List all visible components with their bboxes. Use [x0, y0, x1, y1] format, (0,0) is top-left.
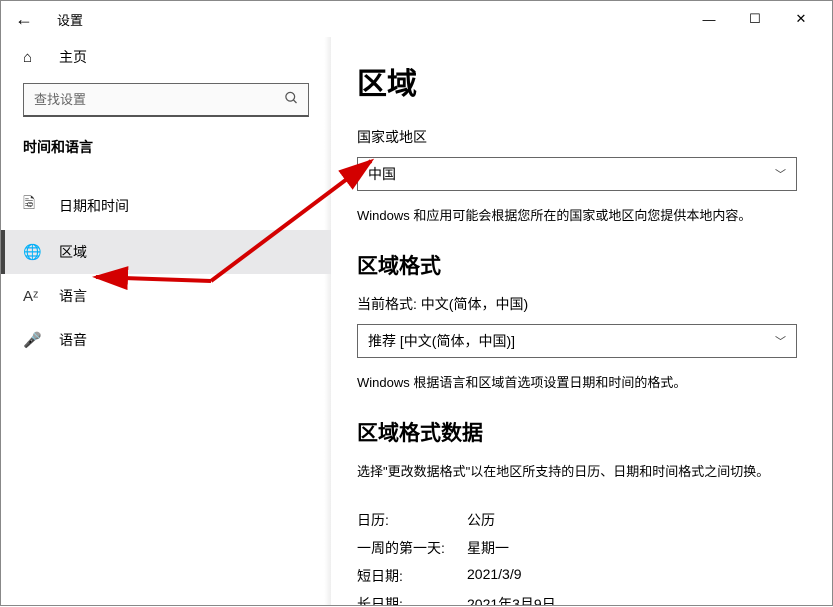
maximize-button[interactable]: ☐	[732, 1, 778, 37]
table-row: 长日期:2021年3月9日	[357, 590, 802, 605]
format-data-table: 日历:公历 一周的第一天:星期一 短日期:2021/3/9 长日期:2021年3…	[357, 506, 802, 605]
search-input[interactable]	[23, 83, 309, 117]
mic-icon: 🎤	[23, 331, 41, 349]
main-content: 区域 国家或地区 中国 ﹀ Windows 和应用可能会根据您所在的国家或地区向…	[331, 37, 832, 605]
sidebar-item-region[interactable]: 🌐 区域	[1, 230, 331, 274]
page-title: 区域	[357, 59, 802, 103]
sidebar-item-label: 日期和时间	[59, 196, 129, 216]
table-row: 短日期:2021/3/9	[357, 562, 802, 590]
sidebar-section-title: 时间和语言	[1, 137, 331, 181]
globe-icon: 🌐	[23, 243, 41, 261]
country-desc: Windows 和应用可能会根据您所在的国家或地区向您提供本地内容。	[357, 205, 802, 224]
data-desc: 选择"更改数据格式"以在地区所支持的日历、日期和时间格式之间切换。	[357, 461, 802, 480]
home-button[interactable]: ⌂ 主页	[1, 37, 331, 83]
home-icon: ⌂	[23, 49, 41, 66]
calendar-icon: 🗟	[23, 193, 41, 218]
sidebar: ⌂ 主页 时间和语言 🗟 日期和时间 🌐 区域	[1, 37, 331, 605]
back-icon: ←	[15, 9, 33, 30]
sidebar-item-language[interactable]: Aᶻ 语言	[1, 274, 331, 318]
table-row: 一周的第一天:星期一	[357, 534, 802, 562]
sidebar-item-label: 语言	[59, 286, 87, 306]
chevron-down-icon: ﹀	[775, 166, 786, 182]
sidebar-item-label: 语音	[59, 330, 87, 350]
format-section-title: 区域格式	[357, 250, 802, 280]
back-button[interactable]: ←	[9, 4, 39, 34]
data-section-title: 区域格式数据	[357, 417, 802, 447]
country-value: 中国	[368, 164, 396, 184]
close-button[interactable]: ✕	[778, 1, 824, 37]
format-value: 推荐 [中文(简体，中国)]	[368, 331, 515, 351]
country-dropdown[interactable]: 中国 ﹀	[357, 157, 797, 191]
titlebar: ← 设置 — ☐ ✕	[1, 1, 832, 37]
minimize-button[interactable]: —	[686, 1, 732, 37]
current-format-label: 当前格式: 中文(简体，中国)	[357, 294, 802, 314]
sidebar-item-voice[interactable]: 🎤 语音	[1, 318, 331, 362]
sidebar-item-datetime[interactable]: 🗟 日期和时间	[1, 181, 331, 230]
country-label: 国家或地区	[357, 127, 802, 147]
format-dropdown[interactable]: 推荐 [中文(简体，中国)] ﹀	[357, 324, 797, 358]
maximize-icon: ☐	[749, 11, 761, 27]
table-row: 日历:公历	[357, 506, 802, 534]
window-title: 设置	[57, 10, 83, 29]
search-icon	[284, 91, 299, 110]
language-icon: Aᶻ	[23, 288, 41, 305]
minimize-icon: —	[703, 12, 716, 27]
format-desc: Windows 根据语言和区域首选项设置日期和时间的格式。	[357, 372, 802, 391]
chevron-down-icon: ﹀	[775, 333, 786, 349]
close-icon: ✕	[796, 11, 807, 27]
home-label: 主页	[59, 47, 87, 67]
sidebar-item-label: 区域	[59, 242, 87, 262]
